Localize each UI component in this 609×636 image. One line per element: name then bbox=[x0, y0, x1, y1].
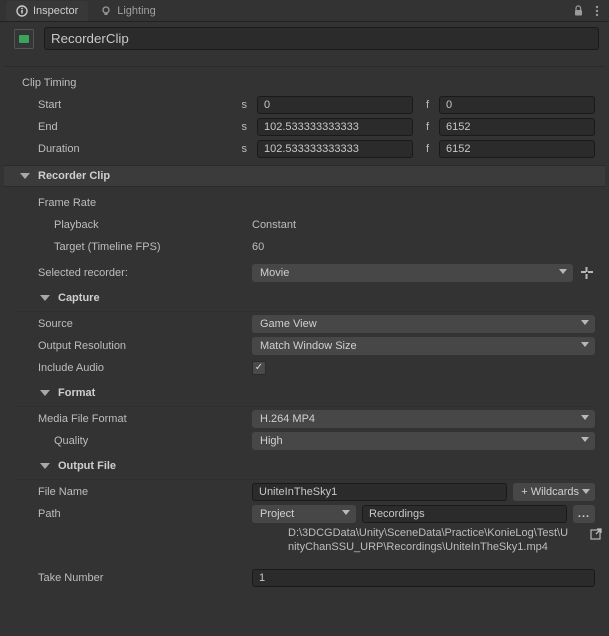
selected-recorder-dropdown[interactable]: Movie bbox=[252, 264, 573, 282]
duration-seconds-input[interactable] bbox=[257, 140, 413, 158]
end-frames-input[interactable] bbox=[439, 118, 595, 136]
start-seconds-input[interactable] bbox=[257, 96, 413, 114]
unit-frames: f bbox=[419, 121, 429, 133]
unit-seconds: s bbox=[237, 99, 247, 111]
chevron-down-icon bbox=[582, 489, 590, 494]
tab-inspector-label: Inspector bbox=[33, 5, 78, 17]
recorder-clip-header[interactable]: Recorder Clip bbox=[4, 165, 605, 187]
tab-inspector[interactable]: Inspector bbox=[6, 1, 88, 21]
tab-lighting[interactable]: Lighting bbox=[90, 1, 166, 21]
filename-input[interactable] bbox=[252, 483, 507, 501]
wildcards-label: + Wildcards bbox=[521, 486, 579, 498]
media-format-value: H.264 MP4 bbox=[260, 413, 315, 425]
source-label: Source bbox=[4, 318, 252, 330]
filename-label: File Name bbox=[4, 486, 252, 498]
media-format-dropdown[interactable]: H.264 MP4 bbox=[252, 410, 595, 428]
open-external-icon bbox=[589, 527, 603, 541]
path-root-dropdown[interactable]: Project bbox=[252, 505, 356, 523]
browse-button[interactable]: ... bbox=[573, 505, 595, 523]
resolution-value: Match Window Size bbox=[260, 340, 357, 352]
chevron-down-icon bbox=[581, 320, 589, 325]
chevron-down-icon bbox=[581, 342, 589, 347]
playback-value: Constant bbox=[252, 219, 296, 231]
output-file-title: Output File bbox=[56, 460, 116, 472]
unit-frames: f bbox=[419, 143, 429, 155]
quality-value: High bbox=[260, 435, 283, 447]
include-audio-checkbox[interactable]: ✓ bbox=[252, 361, 266, 375]
lock-icon[interactable] bbox=[571, 4, 585, 18]
format-title: Format bbox=[56, 387, 95, 399]
target-fps-label: Target (Timeline FPS) bbox=[4, 241, 252, 253]
quality-label: Quality bbox=[4, 435, 252, 447]
path-root-value: Project bbox=[260, 508, 294, 520]
panel-tabs: Inspector Lighting bbox=[0, 0, 609, 22]
asset-name-input[interactable] bbox=[44, 27, 599, 50]
resolution-dropdown[interactable]: Match Window Size bbox=[252, 337, 595, 355]
take-number-label: Take Number bbox=[4, 572, 252, 584]
preset-button[interactable] bbox=[579, 265, 595, 281]
chevron-down-icon bbox=[342, 510, 350, 515]
preset-icon bbox=[580, 266, 594, 280]
duration-frames-input[interactable] bbox=[439, 140, 595, 158]
format-header[interactable]: Format bbox=[4, 384, 605, 402]
quality-dropdown[interactable]: High bbox=[252, 432, 595, 450]
lightbulb-icon bbox=[100, 5, 112, 17]
wildcards-button[interactable]: + Wildcards bbox=[513, 483, 595, 501]
output-file-header[interactable]: Output File bbox=[4, 457, 605, 475]
unit-seconds: s bbox=[237, 143, 247, 155]
foldout-icon bbox=[40, 390, 50, 396]
source-value: Game View bbox=[260, 318, 317, 330]
menu-icon[interactable] bbox=[590, 4, 604, 18]
take-number-input[interactable] bbox=[252, 569, 595, 587]
unit-seconds: s bbox=[237, 121, 247, 133]
capture-header[interactable]: Capture bbox=[4, 289, 605, 307]
foldout-icon bbox=[40, 463, 50, 469]
start-label: Start bbox=[4, 99, 237, 111]
checkmark-icon: ✓ bbox=[255, 363, 263, 373]
tab-lighting-label: Lighting bbox=[117, 5, 156, 17]
full-path-text: D:\3DCGData\Unity\SceneData\Practice\Kon… bbox=[260, 526, 581, 554]
end-label: End bbox=[4, 121, 237, 133]
media-format-label: Media File Format bbox=[4, 413, 252, 425]
start-frames-input[interactable] bbox=[439, 96, 595, 114]
chevron-down-icon bbox=[581, 437, 589, 442]
playback-label: Playback bbox=[4, 219, 252, 231]
target-fps-value: 60 bbox=[252, 241, 264, 253]
include-audio-label: Include Audio bbox=[4, 362, 252, 374]
capture-title: Capture bbox=[56, 292, 100, 304]
resolution-label: Output Resolution bbox=[4, 340, 252, 352]
recorder-clip-title: Recorder Clip bbox=[32, 170, 110, 182]
path-label: Path bbox=[4, 508, 252, 520]
chevron-down-icon bbox=[581, 415, 589, 420]
end-seconds-input[interactable] bbox=[257, 118, 413, 136]
path-leaf-input[interactable] bbox=[362, 505, 567, 523]
foldout-icon bbox=[40, 295, 50, 301]
open-folder-button[interactable] bbox=[587, 527, 605, 541]
frame-rate-title: Frame Rate bbox=[4, 197, 252, 209]
clip-timing-title: Clip Timing bbox=[4, 75, 605, 95]
clip-icon bbox=[14, 29, 34, 49]
asset-header bbox=[0, 22, 609, 56]
info-icon bbox=[16, 5, 28, 17]
selected-recorder-label: Selected recorder: bbox=[4, 267, 252, 279]
chevron-down-icon bbox=[559, 269, 567, 274]
foldout-icon bbox=[20, 173, 30, 179]
browse-label: ... bbox=[578, 508, 590, 520]
unit-frames: f bbox=[419, 99, 429, 111]
duration-label: Duration bbox=[4, 143, 237, 155]
source-dropdown[interactable]: Game View bbox=[252, 315, 595, 333]
selected-recorder-value: Movie bbox=[260, 267, 289, 279]
